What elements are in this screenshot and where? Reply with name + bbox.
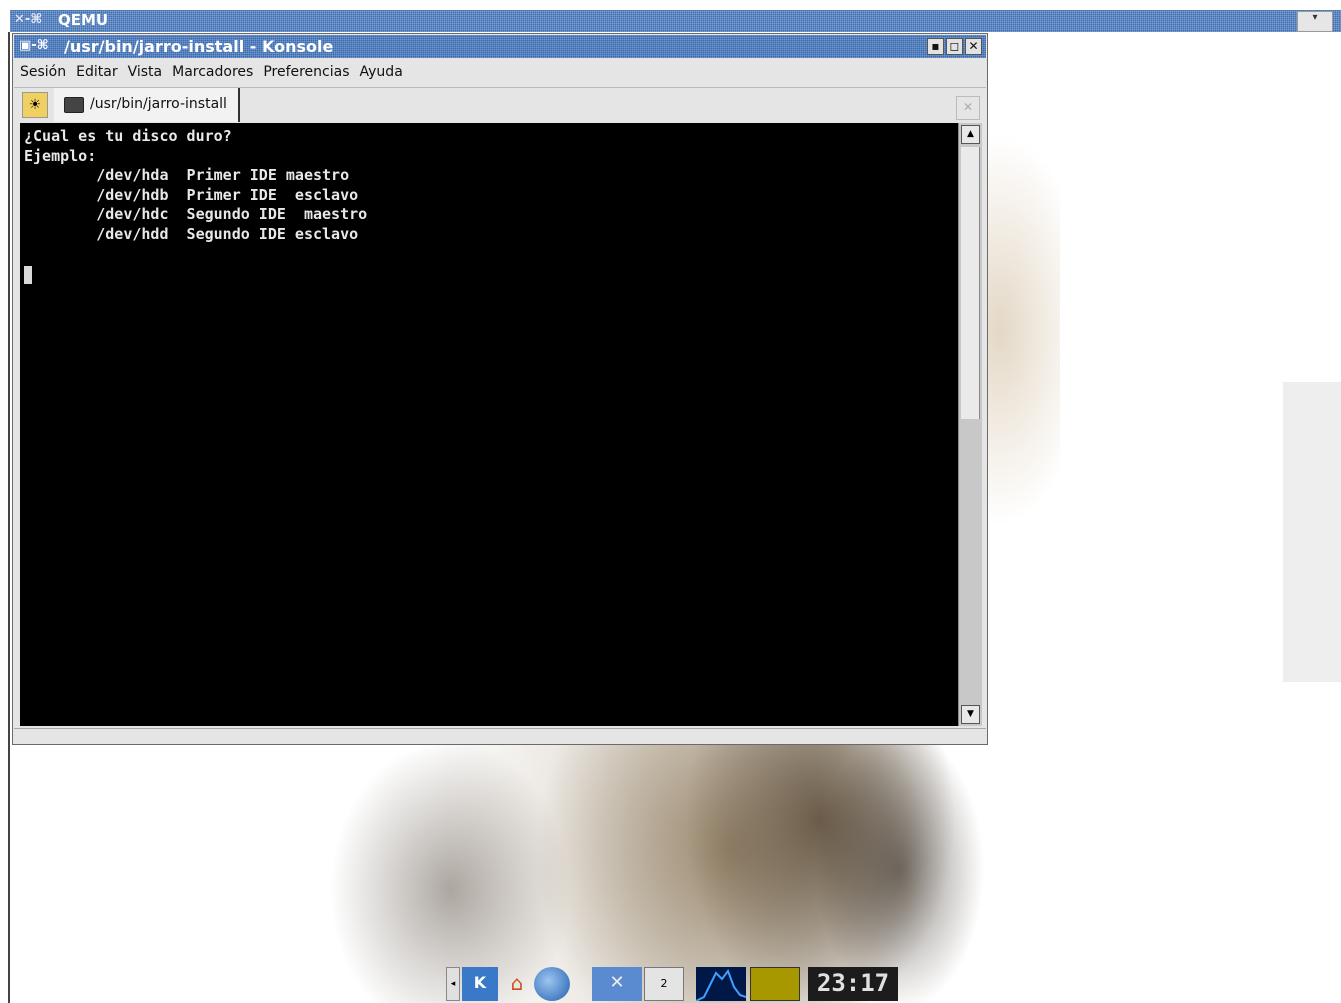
scroll-down-arrow-icon[interactable]: ▼ <box>961 705 980 724</box>
menu-preferencias[interactable]: Preferencias <box>257 59 353 80</box>
xbutton-pin-icon[interactable]: ✕-⌘ <box>14 12 42 27</box>
menu-bar: Sesión Editar Vista Marcadores Preferencias A… <box>14 59 986 85</box>
minimize-button[interactable]: ▪ <box>927 38 944 55</box>
clock[interactable]: 23:17 <box>808 967 898 1001</box>
terminal-line: ¿Cual es tu disco duro? <box>24 127 232 145</box>
terminal-line: /dev/hdc Segundo IDE maestro <box>24 205 368 223</box>
system-monitor-graph[interactable] <box>696 967 746 1001</box>
terminal-line: /dev/hda Primer IDE maestro <box>24 166 350 184</box>
kmenu-button[interactable]: K <box>462 967 498 1001</box>
terminal-line: /dev/hdd Segundo IDE esclavo <box>24 224 359 243</box>
desktop-left-edge <box>8 32 10 1003</box>
menu-editar[interactable]: Editar <box>70 59 121 80</box>
scrollbar-thumb[interactable] <box>961 147 980 419</box>
terminal-icon <box>64 97 84 113</box>
kde-panel: ◂ K ⌂ ✕ 2 23:17 <box>446 965 900 1003</box>
tab-jarro-install[interactable]: /usr/bin/jarro-install <box>54 88 240 122</box>
terminal-line: Ejemplo: <box>24 146 97 165</box>
scroll-up-arrow-icon[interactable]: ▲ <box>961 125 980 144</box>
new-session-icon[interactable]: ☀ <box>22 92 48 118</box>
side-panel <box>1283 382 1341 682</box>
vertical-scrollbar[interactable]: ▲ ▼ <box>958 123 982 726</box>
menu-ayuda[interactable]: Ayuda <box>354 59 407 80</box>
close-button[interactable]: ✕ <box>965 38 982 55</box>
window-title: /usr/bin/jarro-install - Konsole <box>64 37 334 56</box>
tab-label: /usr/bin/jarro-install <box>90 96 227 112</box>
qemu-title: QEMU <box>58 11 109 29</box>
home-folder-icon[interactable]: ⌂ <box>502 967 532 1001</box>
taskbar-qemu-button[interactable]: ✕ <box>592 967 642 1001</box>
desktop-pager[interactable]: 2 <box>644 967 684 1001</box>
terminal-prompt-line <box>24 264 958 284</box>
text-cursor <box>24 265 32 284</box>
terminal-line: /dev/hdb Primer IDE esclavo <box>24 185 359 204</box>
close-tab-icon[interactable]: ✕ <box>956 96 980 120</box>
qemu-title-bar[interactable]: ✕-⌘ QEMU ▾ <box>10 10 1341 32</box>
terminal-output[interactable]: ¿Cual es tu disco duro? Ejemplo: /dev/hd… <box>20 123 958 726</box>
tab-bar: ☀ /usr/bin/jarro-install ✕ <box>14 87 986 124</box>
qemu-menu-button[interactable]: ▾ <box>1297 11 1333 32</box>
load-meter[interactable] <box>750 967 800 1001</box>
web-browser-icon[interactable] <box>534 967 570 1001</box>
panel-hide-arrow-icon[interactable]: ◂ <box>446 967 460 1001</box>
maximize-button[interactable]: ◻ <box>946 38 963 55</box>
window-bottom-border[interactable] <box>14 728 986 743</box>
menu-marcadores[interactable]: Marcadores <box>166 59 257 80</box>
window-title-bar[interactable]: ▣-⌘ /usr/bin/jarro-install - Konsole ▪ ◻… <box>14 35 986 58</box>
konsole-window: ▣-⌘ /usr/bin/jarro-install - Konsole ▪ ◻… <box>12 33 988 745</box>
menu-vista[interactable]: Vista <box>122 59 167 80</box>
window-menu-icon[interactable]: ▣-⌘ <box>19 38 49 53</box>
cpu-load-graph-icon <box>696 968 746 1001</box>
menu-sesion[interactable]: Sesión <box>14 59 70 80</box>
